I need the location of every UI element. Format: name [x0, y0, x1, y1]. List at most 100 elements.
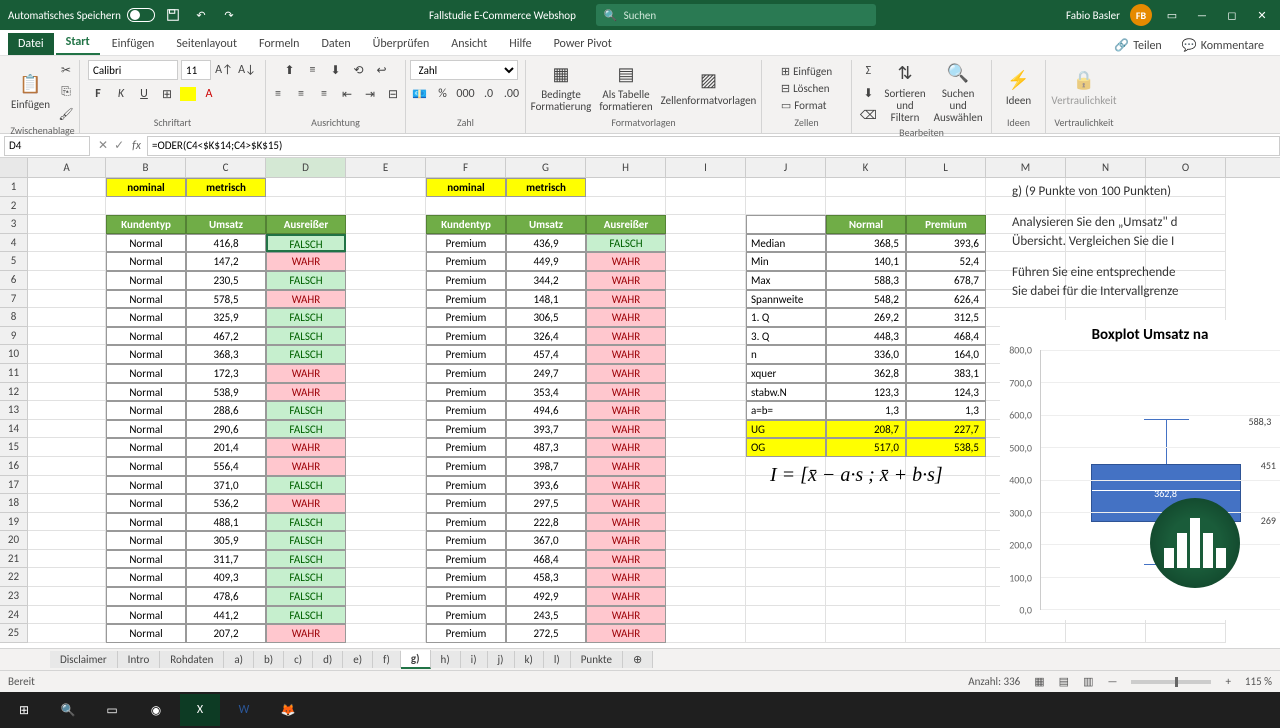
cell[interactable]: Median — [746, 234, 826, 253]
cell[interactable] — [666, 271, 746, 290]
cell[interactable] — [506, 197, 586, 216]
sheet-tab-g)[interactable]: g) — [401, 650, 431, 669]
cell[interactable] — [28, 550, 106, 569]
cell[interactable]: 467,2 — [186, 327, 266, 346]
row-header[interactable]: 12 — [0, 383, 28, 402]
cell[interactable] — [346, 420, 426, 439]
cell[interactable]: WAHR — [586, 606, 666, 625]
cell[interactable]: 548,2 — [826, 290, 906, 309]
cell[interactable]: 311,7 — [186, 550, 266, 569]
cell[interactable]: 124,3 — [906, 383, 986, 402]
col-header-E[interactable]: E — [346, 158, 426, 177]
cell[interactable]: 457,4 — [506, 345, 586, 364]
cell[interactable] — [28, 457, 106, 476]
cell[interactable]: FALSCH — [266, 420, 346, 439]
cell[interactable]: Normal — [106, 606, 186, 625]
tab-einfuegen[interactable]: Einfügen — [102, 33, 165, 55]
cell[interactable]: 494,6 — [506, 401, 586, 420]
close-icon[interactable]: ✕ — [1252, 5, 1272, 25]
cell[interactable] — [186, 197, 266, 216]
cell[interactable] — [746, 494, 826, 513]
tab-seitenlayout[interactable]: Seitenlayout — [166, 33, 247, 55]
cell[interactable]: 488,1 — [186, 513, 266, 532]
cell[interactable]: 269,2 — [826, 308, 906, 327]
cell[interactable]: 393,7 — [506, 420, 586, 439]
cell[interactable]: n — [746, 345, 826, 364]
cell[interactable]: Normal — [106, 494, 186, 513]
cell[interactable] — [826, 197, 906, 216]
cell[interactable] — [666, 476, 746, 495]
cell[interactable] — [906, 494, 986, 513]
cut-icon[interactable]: ✂ — [56, 60, 76, 80]
cell[interactable]: 398,7 — [506, 457, 586, 476]
conditional-format-button[interactable]: ▦Bedingte Formatierung — [529, 61, 594, 115]
cell[interactable] — [28, 420, 106, 439]
cell[interactable] — [346, 531, 426, 550]
cell[interactable] — [346, 197, 426, 216]
find-select-button[interactable]: 🔍Suchen und Auswählen — [932, 60, 985, 126]
view-normal-icon[interactable]: ▦ — [1034, 675, 1044, 688]
cell[interactable]: WAHR — [586, 401, 666, 420]
cell[interactable] — [666, 624, 746, 643]
cell[interactable]: 436,9 — [506, 234, 586, 253]
cell[interactable]: 164,0 — [906, 345, 986, 364]
cell[interactable]: Normal — [106, 438, 186, 457]
cell[interactable] — [346, 271, 426, 290]
cell[interactable]: Premium — [426, 531, 506, 550]
cell[interactable]: metrisch — [186, 178, 266, 197]
cell[interactable] — [28, 401, 106, 420]
cell[interactable]: 409,3 — [186, 568, 266, 587]
cell[interactable]: WAHR — [586, 308, 666, 327]
cell[interactable]: Normal — [106, 568, 186, 587]
cell[interactable]: Premium — [426, 327, 506, 346]
cell[interactable]: 448,3 — [826, 327, 906, 346]
cell[interactable]: 243,5 — [506, 606, 586, 625]
cell[interactable] — [28, 215, 106, 234]
cell[interactable]: Premium — [426, 568, 506, 587]
cell[interactable]: Kundentyp — [106, 215, 186, 234]
row-header[interactable]: 10 — [0, 345, 28, 364]
row-header[interactable]: 14 — [0, 420, 28, 439]
cell[interactable] — [346, 476, 426, 495]
cell[interactable] — [906, 531, 986, 550]
cell[interactable] — [28, 197, 106, 216]
tab-daten[interactable]: Daten — [311, 33, 360, 55]
cell[interactable] — [586, 197, 666, 216]
cell[interactable] — [666, 606, 746, 625]
cell[interactable] — [346, 494, 426, 513]
cell[interactable]: Normal — [106, 550, 186, 569]
cell[interactable]: FALSCH — [266, 327, 346, 346]
cell[interactable]: Normal — [106, 587, 186, 606]
cell[interactable]: Ausreißer — [266, 215, 346, 234]
taskview-icon[interactable]: ▭ — [92, 694, 132, 726]
cell[interactable] — [666, 531, 746, 550]
cell[interactable]: Normal — [106, 234, 186, 253]
cell[interactable]: WAHR — [266, 383, 346, 402]
cell[interactable] — [746, 550, 826, 569]
cell[interactable] — [666, 513, 746, 532]
row-header[interactable]: 15 — [0, 438, 28, 457]
cell[interactable] — [666, 290, 746, 309]
currency-icon[interactable]: 💶 — [410, 84, 430, 104]
cell[interactable]: 416,8 — [186, 234, 266, 253]
row-header[interactable]: 16 — [0, 457, 28, 476]
cell[interactable]: 326,4 — [506, 327, 586, 346]
cell[interactable]: 492,9 — [506, 587, 586, 606]
row-header[interactable]: 23 — [0, 587, 28, 606]
row-header[interactable]: 11 — [0, 364, 28, 383]
zoom-out-icon[interactable]: — — [1107, 675, 1117, 688]
cell[interactable] — [666, 308, 746, 327]
merge-icon[interactable]: ⊟ — [383, 84, 403, 104]
app-icon-1[interactable]: ◉ — [136, 694, 176, 726]
row-header[interactable]: 17 — [0, 476, 28, 495]
undo-icon[interactable]: ↶ — [191, 5, 211, 25]
cell[interactable]: Normal — [106, 364, 186, 383]
cell[interactable]: 227,7 — [906, 420, 986, 439]
cell[interactable]: 538,9 — [186, 383, 266, 402]
cell[interactable]: WAHR — [586, 252, 666, 271]
cell[interactable]: 556,4 — [186, 457, 266, 476]
cell[interactable]: WAHR — [586, 327, 666, 346]
col-header-M[interactable]: M — [986, 158, 1066, 177]
cell[interactable]: 147,2 — [186, 252, 266, 271]
cell[interactable]: WAHR — [266, 290, 346, 309]
